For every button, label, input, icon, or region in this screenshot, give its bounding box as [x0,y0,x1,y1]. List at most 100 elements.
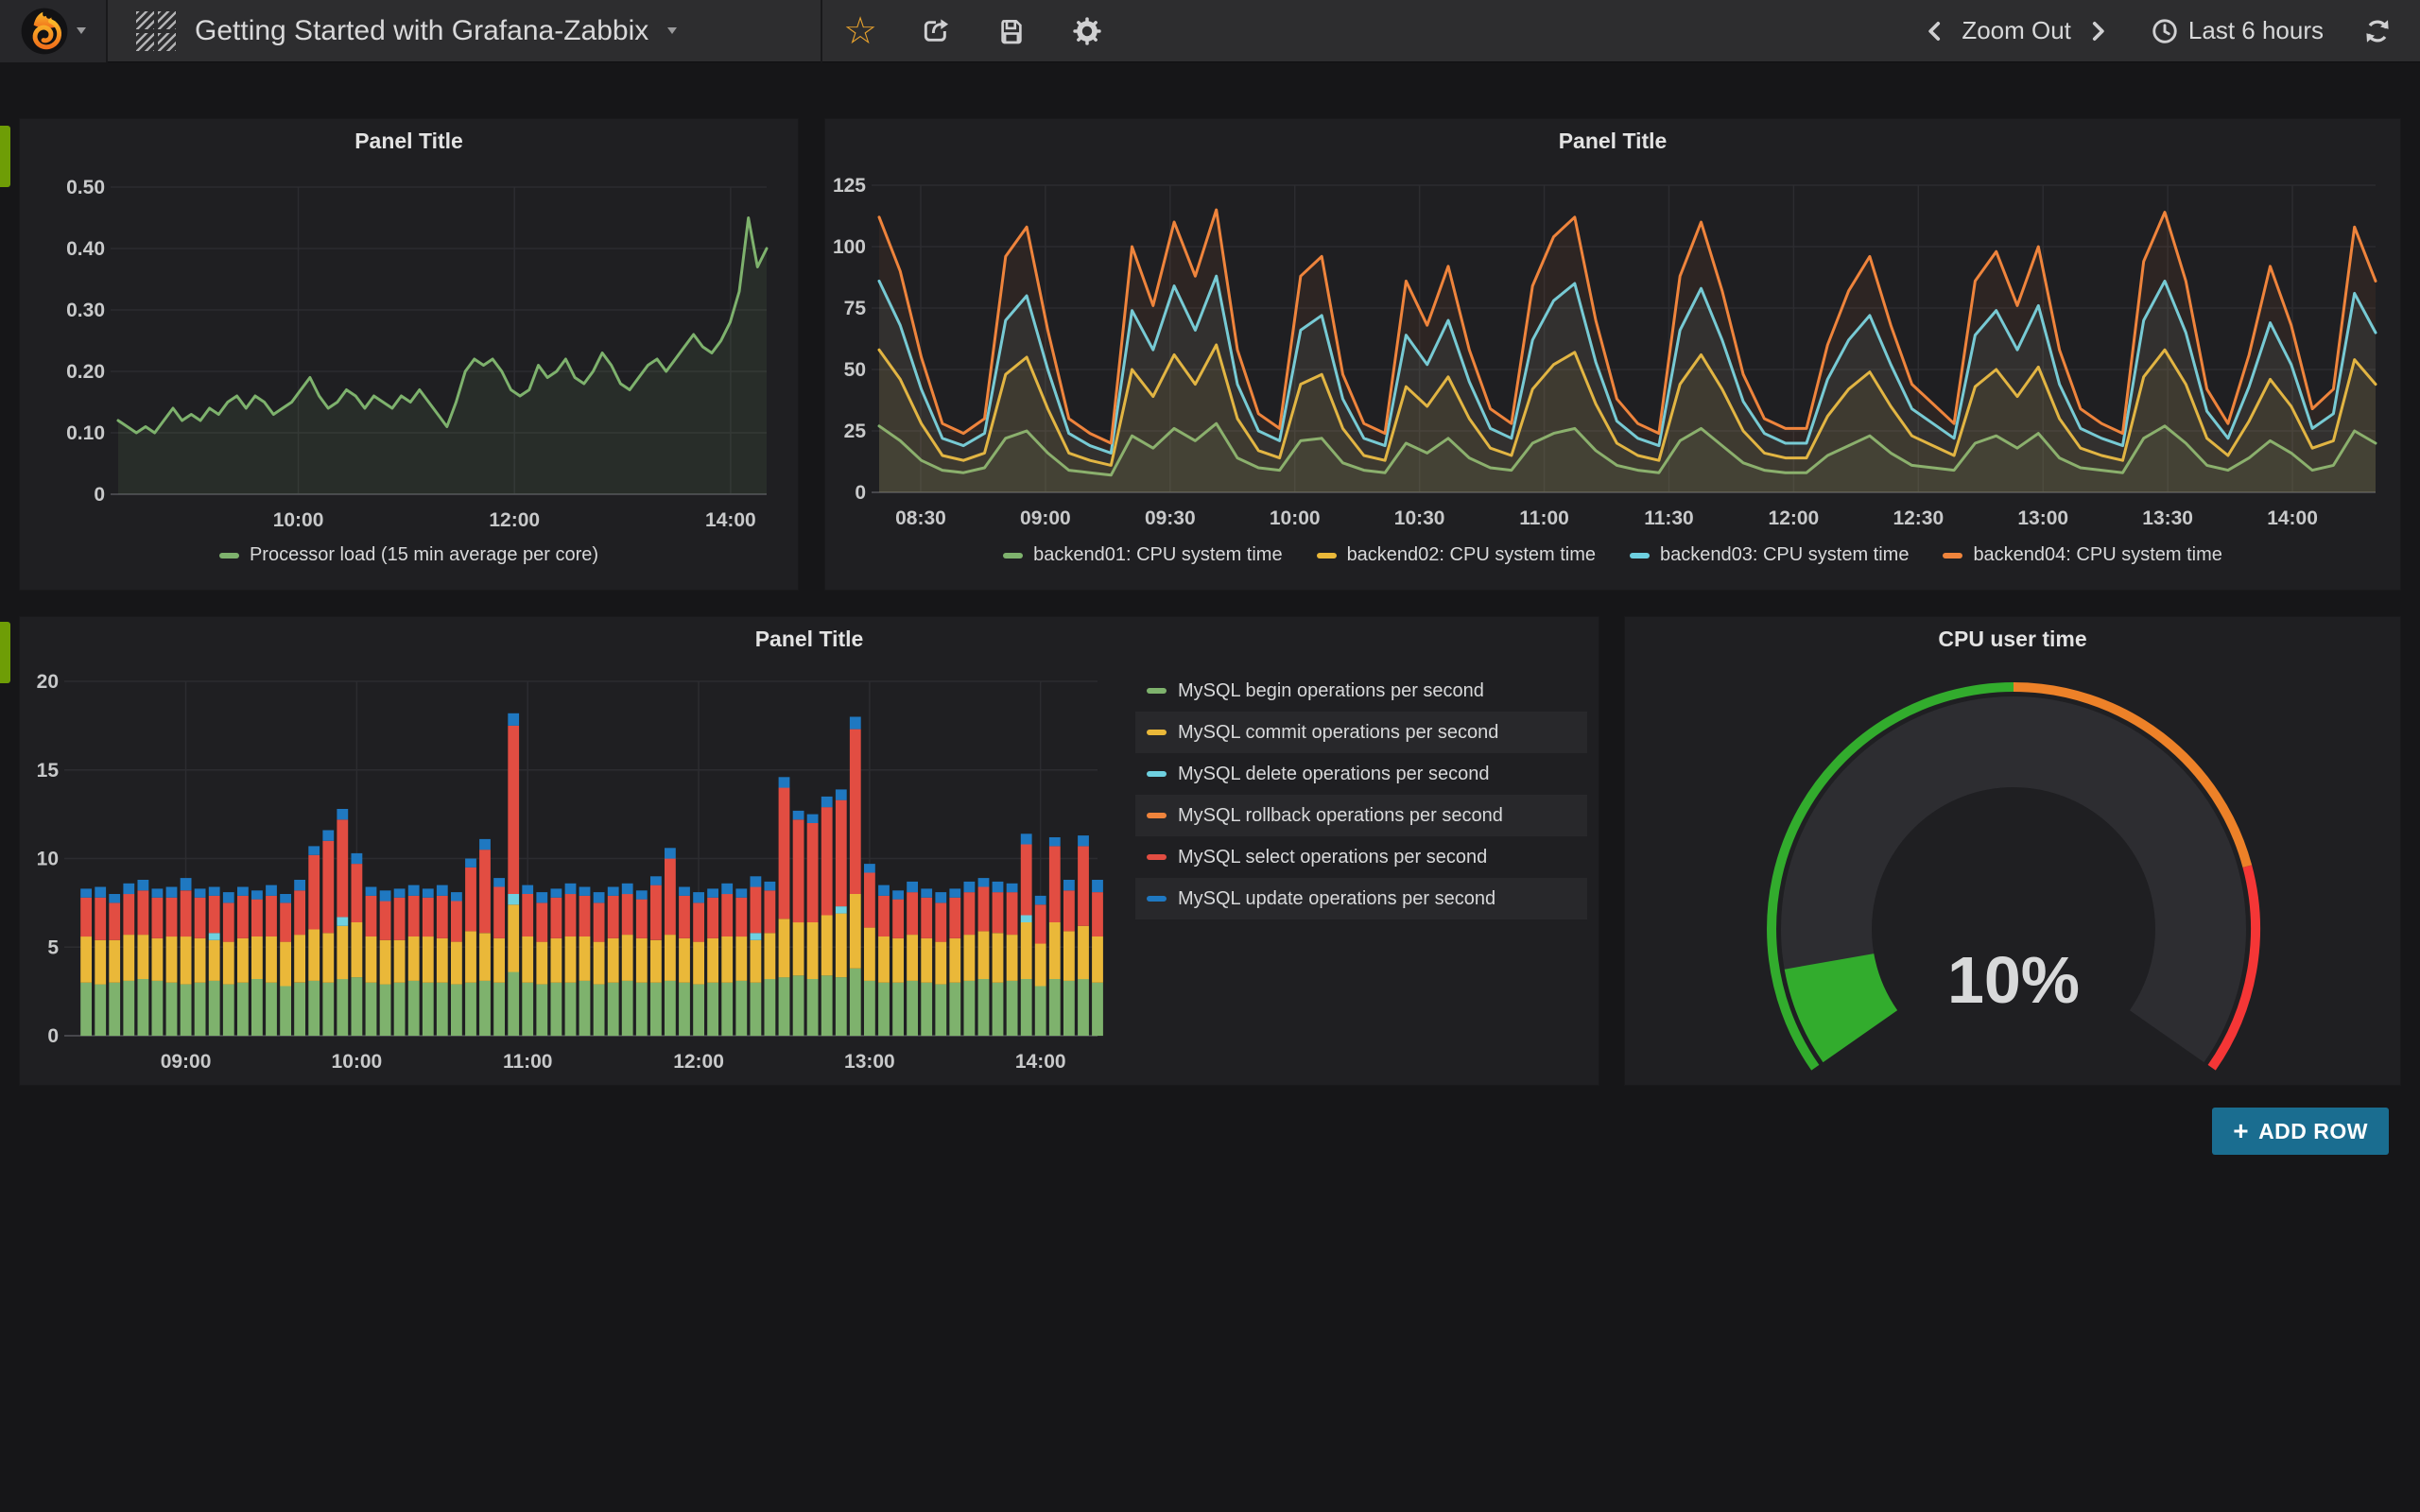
svg-text:11:00: 11:00 [1519,507,1569,529]
chevron-down-icon [77,27,86,34]
star-icon: ☆ [843,12,877,50]
time-range-picker[interactable]: Last 6 hours [2151,16,2324,45]
svg-text:15: 15 [37,760,60,782]
svg-text:20: 20 [37,671,59,693]
legend-label: backend03: CPU system time [1660,544,1909,566]
share-button[interactable] [898,0,974,62]
cpu-system-time-chart[interactable]: 08:3009:0009:3010:0010:3011:0011:3012:00… [825,119,2402,592]
legend-label: backend02: CPU system time [1347,544,1596,566]
svg-text:0.50: 0.50 [66,177,105,198]
panel-cpu-system-time: Panel Title 08:3009:0009:3010:0010:3011:… [824,118,2401,591]
add-row-label: ADD ROW [2258,1119,2368,1144]
legend-swatch-icon [1147,688,1167,694]
svg-text:10: 10 [37,849,59,870]
zoom-out-button[interactable]: Zoom Out [1962,16,2071,45]
legend-item[interactable]: backend04: CPU system time [1943,544,2221,566]
time-forward-button[interactable] [2077,0,2118,62]
time-back-button[interactable] [1914,0,1956,62]
add-row-button[interactable]: + ADD ROW [2212,1108,2389,1155]
legend-item[interactable]: backend01: CPU system time [1003,544,1282,566]
svg-text:13:30: 13:30 [2142,507,2193,529]
legend-item[interactable]: MySQL rollback operations per second [1135,795,1587,836]
processor-load-chart[interactable]: 10:0012:0014:0000.100.200.300.400.50 [20,119,800,592]
floppy-disk-icon [997,17,1026,45]
legend-label: MySQL commit operations per second [1178,722,1498,744]
svg-text:25: 25 [844,421,867,442]
svg-text:0: 0 [47,1025,59,1047]
svg-text:0.20: 0.20 [66,361,105,383]
svg-text:08:30: 08:30 [895,507,946,529]
svg-text:09:30: 09:30 [1145,507,1196,529]
dashboard-title: Getting Started with Grafana-Zabbix [195,15,648,47]
row-menu-tab[interactable] [0,622,10,683]
chevron-down-icon [667,27,677,34]
legend-item[interactable]: MySQL delete operations per second [1135,753,1587,795]
svg-text:125: 125 [833,175,866,197]
legend-swatch-icon [1147,854,1167,860]
svg-text:0: 0 [855,482,866,504]
legend-label: MySQL update operations per second [1178,888,1495,910]
chevron-right-icon [2085,19,2110,43]
refresh-icon [2363,17,2392,45]
legend-swatch-icon [219,553,239,558]
legend-item[interactable]: MySQL update operations per second [1135,878,1587,919]
svg-text:75: 75 [844,298,867,319]
plus-icon: + [2233,1118,2249,1144]
legend-swatch-icon [1147,896,1167,902]
legend-swatch-icon [1943,553,1962,558]
legend-swatch-icon [1147,771,1167,777]
panel-mysql-operations: Panel Title 09:0010:0011:0012:0013:0014:… [19,616,1599,1086]
legend-item[interactable]: MySQL select operations per second [1135,836,1587,878]
legend-item[interactable]: MySQL commit operations per second [1135,712,1587,753]
refresh-button[interactable] [2356,0,2399,62]
settings-button[interactable] [1049,0,1125,62]
svg-text:12:00: 12:00 [673,1051,724,1073]
svg-text:50: 50 [844,359,866,381]
svg-text:0.40: 0.40 [66,238,105,260]
gauge-value: 10% [1947,943,2080,1017]
legend-item[interactable]: backend03: CPU system time [1630,544,1909,566]
svg-text:12:30: 12:30 [1893,507,1944,529]
svg-text:0.30: 0.30 [66,300,105,321]
legend-item[interactable]: MySQL begin operations per second [1135,670,1587,712]
svg-text:13:00: 13:00 [844,1051,895,1073]
svg-text:12:00: 12:00 [1769,507,1820,529]
panel-cpu-user-time: CPU user time 10% [1624,616,2401,1086]
gear-icon [1072,16,1102,46]
legend-label: backend04: CPU system time [1973,544,2221,566]
svg-text:0: 0 [94,484,105,506]
cpu-user-time-gauge[interactable]: 10% [1625,617,2402,1087]
grafana-menu[interactable] [0,0,106,62]
panel-processor-load: Panel Title 10:0012:0014:0000.100.200.30… [19,118,799,591]
share-arrow-icon [921,16,951,46]
legend-swatch-icon [1630,553,1650,558]
svg-text:5: 5 [47,936,59,958]
dashboard-grid-icon [136,11,176,51]
legend-label: MySQL select operations per second [1178,847,1487,868]
svg-text:11:30: 11:30 [1644,507,1694,529]
svg-text:14:00: 14:00 [1015,1051,1066,1073]
svg-text:10:00: 10:00 [332,1051,383,1073]
dashboard-title-dropdown[interactable]: Getting Started with Grafana-Zabbix [108,0,821,62]
legend-item[interactable]: Processor load (15 min average per core) [219,544,598,566]
legend-swatch-icon [1317,553,1337,558]
svg-text:09:00: 09:00 [1020,507,1071,529]
legend-label: MySQL delete operations per second [1178,764,1489,785]
grafana-logo-icon [20,7,69,56]
svg-text:11:00: 11:00 [503,1051,553,1073]
row-menu-tab[interactable] [0,126,10,187]
chevron-left-icon [1923,19,1947,43]
svg-text:09:00: 09:00 [161,1051,212,1073]
star-button[interactable]: ☆ [822,0,898,62]
legend-label: MySQL rollback operations per second [1178,805,1503,827]
legend-item[interactable]: backend02: CPU system time [1317,544,1596,566]
legend-swatch-icon [1003,553,1023,558]
svg-text:14:00: 14:00 [705,509,756,531]
navbar: Getting Started with Grafana-Zabbix ☆ [0,0,2420,62]
svg-text:10:30: 10:30 [1394,507,1445,529]
save-button[interactable] [974,0,1049,62]
legend-swatch-icon [1147,730,1167,735]
legend-label: Processor load (15 min average per core) [250,544,598,566]
legend: MySQL begin operations per second MySQL c… [1135,670,1587,919]
legend: backend01: CPU system time backend02: CPU… [825,544,2400,566]
